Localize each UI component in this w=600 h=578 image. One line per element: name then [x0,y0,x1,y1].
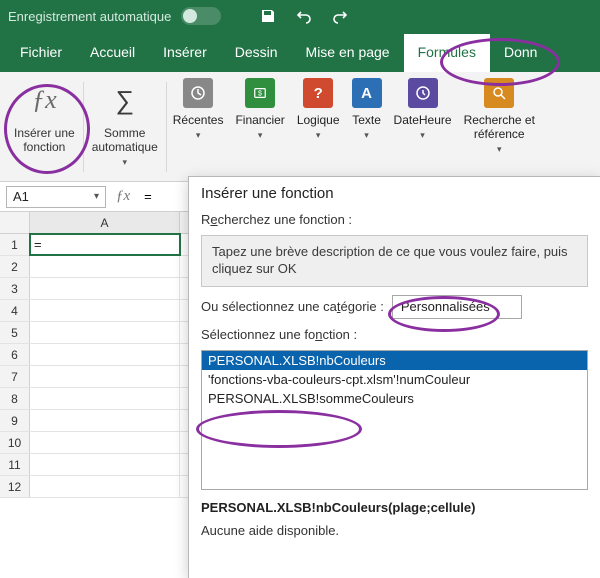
row-header[interactable]: 7 [0,366,30,387]
chevron-down-icon[interactable]: ▾ [420,130,425,141]
sigma-icon: ∑ [115,78,134,122]
logical-button[interactable]: ? Logique ▾ [291,78,346,155]
text-button[interactable]: A Texte ▾ [346,78,388,155]
autosum-group[interactable]: ∑ Somme automatique ▾ [84,78,166,178]
autosave-toggle[interactable] [181,7,221,25]
insert-function-label: Insérer une fonction [14,126,75,155]
function-syntax: PERSONAL.XLSB!nbCouleurs(plage;cellule) [201,500,588,515]
row-header[interactable]: 8 [0,388,30,409]
tab-data[interactable]: Donn [490,34,551,72]
logical-label: Logique [297,114,340,128]
financial-label: Financier [235,114,284,128]
function-item[interactable]: PERSONAL.XLSB!sommeCouleurs [202,389,587,408]
function-help: Aucune aide disponible. [201,523,588,538]
datetime-icon [408,78,438,108]
row-header[interactable]: 6 [0,344,30,365]
name-box[interactable]: A1 ▾ [6,186,106,208]
cell[interactable] [30,344,180,365]
insert-function-group[interactable]: ƒx Insérer une fonction [6,78,83,178]
row-header[interactable]: 3 [0,278,30,299]
tab-insert[interactable]: Insérer [149,34,221,72]
recent-button[interactable]: Récentes ▾ [167,78,230,155]
name-box-value: A1 [13,189,29,204]
financial-button[interactable]: $ Financier ▾ [229,78,290,155]
chevron-down-icon[interactable]: ▾ [196,130,201,141]
row-header[interactable]: 4 [0,300,30,321]
tab-home[interactable]: Accueil [76,34,149,72]
function-list[interactable]: PERSONAL.XLSB!nbCouleurs 'fonctions-vba-… [201,350,588,490]
title-bar: Enregistrement automatique [0,0,600,32]
row-header[interactable]: 11 [0,454,30,475]
svg-text:$: $ [258,91,262,98]
chevron-down-icon[interactable]: ▾ [316,130,321,141]
dialog-title: Insérer une fonction [189,177,600,208]
ribbon: ƒx Insérer une fonction ∑ Somme automati… [0,72,600,182]
tab-draw[interactable]: Dessin [221,34,292,72]
insert-function-dialog: Insérer une fonction Recherchez une fonc… [188,176,600,578]
cell[interactable] [30,256,180,277]
function-item[interactable]: PERSONAL.XLSB!nbCouleurs [202,351,587,370]
redo-icon[interactable] [331,7,349,25]
cell[interactable] [30,432,180,453]
column-header-a[interactable]: A [30,212,180,233]
cell[interactable] [30,322,180,343]
cell[interactable] [30,410,180,431]
cell[interactable] [30,300,180,321]
lookup-icon [484,78,514,108]
tab-file[interactable]: Fichier [6,34,76,72]
chevron-down-icon[interactable]: ▾ [94,191,99,202]
lookup-label: Recherche et référence [464,114,535,142]
recent-label: Récentes [173,114,224,128]
row-header[interactable]: 9 [0,410,30,431]
undo-icon[interactable] [295,7,313,25]
row-header[interactable]: 12 [0,476,30,497]
logical-icon: ? [303,78,333,108]
chevron-down-icon[interactable]: ▾ [364,130,369,141]
cell[interactable] [30,278,180,299]
chevron-down-icon[interactable]: ▾ [497,144,502,155]
fx-icon: ƒx [32,78,57,122]
save-icon[interactable] [259,7,277,25]
category-label: Ou sélectionnez une catégorie : [201,299,384,314]
tab-layout[interactable]: Mise en page [292,34,404,72]
autosave-label: Enregistrement automatique [8,9,171,24]
category-select[interactable]: Personnalisées [392,295,522,319]
chevron-down-icon[interactable]: ▾ [122,157,127,168]
search-input[interactable]: Tapez une brève description de ce que vo… [201,235,588,287]
recent-icon [183,78,213,108]
cell[interactable] [30,476,180,497]
category-value: Personnalisées [401,299,490,314]
select-function-label: Sélectionnez une fonction : [201,327,588,342]
ribbon-tabs: Fichier Accueil Insérer Dessin Mise en p… [0,32,600,72]
lookup-button[interactable]: Recherche et référence ▾ [458,78,541,155]
row-header[interactable]: 10 [0,432,30,453]
tab-formulas[interactable]: Formules [404,34,490,72]
autosum-label: Somme automatique [92,126,158,155]
row-header[interactable]: 2 [0,256,30,277]
cell[interactable] [30,388,180,409]
text-icon: A [352,78,382,108]
fx-button-icon[interactable]: ƒx [112,188,134,205]
chevron-down-icon[interactable]: ▾ [258,130,263,141]
row-header[interactable]: 5 [0,322,30,343]
row-header[interactable]: 1 [0,234,30,255]
cell[interactable] [30,366,180,387]
datetime-label: DateHeure [394,114,452,128]
select-all-corner[interactable] [0,212,30,233]
search-label: Recherchez une fonction : [201,212,588,227]
function-item[interactable]: 'fonctions-vba-couleurs-cpt.xlsm'!numCou… [202,370,587,389]
text-label: Texte [352,114,381,128]
cell[interactable] [30,454,180,475]
cell[interactable]: = [30,234,180,255]
datetime-button[interactable]: DateHeure ▾ [388,78,458,155]
financial-icon: $ [245,78,275,108]
